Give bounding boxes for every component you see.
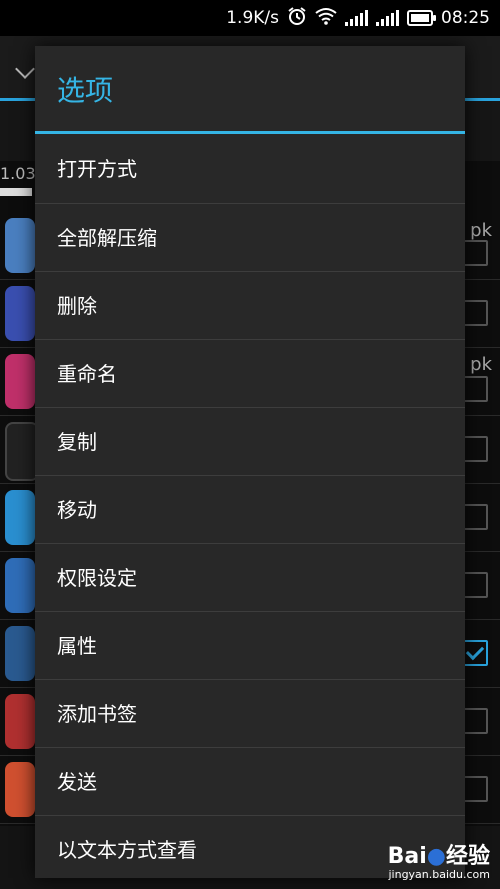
menu-item-move[interactable]: 移动 <box>35 476 465 544</box>
status-icons: 1.9K/s 08:25 <box>226 0 490 36</box>
file-extension: pk <box>470 220 492 241</box>
watermark-url: jingyan.baidu.com <box>388 868 490 881</box>
chevron-down-icon <box>15 59 35 79</box>
signal-icon <box>345 10 368 26</box>
storage-label: 1.03 <box>0 164 36 183</box>
file-icon <box>5 558 35 613</box>
file-icon <box>5 490 35 545</box>
checkbox[interactable] <box>462 708 488 734</box>
file-icon <box>5 218 35 273</box>
paw-icon: ● <box>426 844 446 869</box>
menu-item-copy[interactable]: 复制 <box>35 408 465 476</box>
checkbox[interactable] <box>462 504 488 530</box>
file-icon <box>5 354 35 409</box>
checkbox-checked[interactable] <box>462 640 488 666</box>
menu-item-open-with[interactable]: 打开方式 <box>35 134 465 204</box>
dialog-title: 选项 <box>35 46 465 134</box>
menu-item-rename[interactable]: 重命名 <box>35 340 465 408</box>
file-extension: pk <box>470 354 492 375</box>
file-icon <box>5 422 39 481</box>
checkbox[interactable] <box>462 376 488 402</box>
storage-bar <box>0 188 32 196</box>
clock: 08:25 <box>441 8 490 28</box>
checkbox[interactable] <box>462 572 488 598</box>
options-dialog: 选项 打开方式 全部解压缩 删除 重命名 复制 移动 权限设定 属性 添加书签 … <box>35 46 465 878</box>
menu-item-extract-all[interactable]: 全部解压缩 <box>35 204 465 272</box>
file-icon <box>5 694 35 749</box>
network-speed: 1.9K/s <box>226 8 279 28</box>
baidu-watermark: Bai●经验 jingyan.baidu.com <box>388 838 490 881</box>
signal-icon-2 <box>376 10 399 26</box>
checkbox[interactable] <box>462 240 488 266</box>
options-menu: 打开方式 全部解压缩 删除 重命名 复制 移动 权限设定 属性 添加书签 发送 … <box>35 134 465 878</box>
menu-item-properties[interactable]: 属性 <box>35 612 465 680</box>
battery-icon <box>407 10 436 26</box>
alarm-icon <box>287 6 307 31</box>
file-icon <box>5 762 35 817</box>
file-icon <box>5 286 35 341</box>
wifi-icon <box>315 7 337 30</box>
menu-item-send[interactable]: 发送 <box>35 748 465 816</box>
checkbox[interactable] <box>462 300 488 326</box>
menu-item-delete[interactable]: 删除 <box>35 272 465 340</box>
checkbox[interactable] <box>462 436 488 462</box>
menu-item-add-bookmark[interactable]: 添加书签 <box>35 680 465 748</box>
checkbox[interactable] <box>462 776 488 802</box>
status-bar: 1.9K/s 08:25 <box>0 0 500 36</box>
watermark-logo: Bai●经验 <box>387 844 490 869</box>
menu-item-permissions[interactable]: 权限设定 <box>35 544 465 612</box>
file-icon <box>5 626 35 681</box>
